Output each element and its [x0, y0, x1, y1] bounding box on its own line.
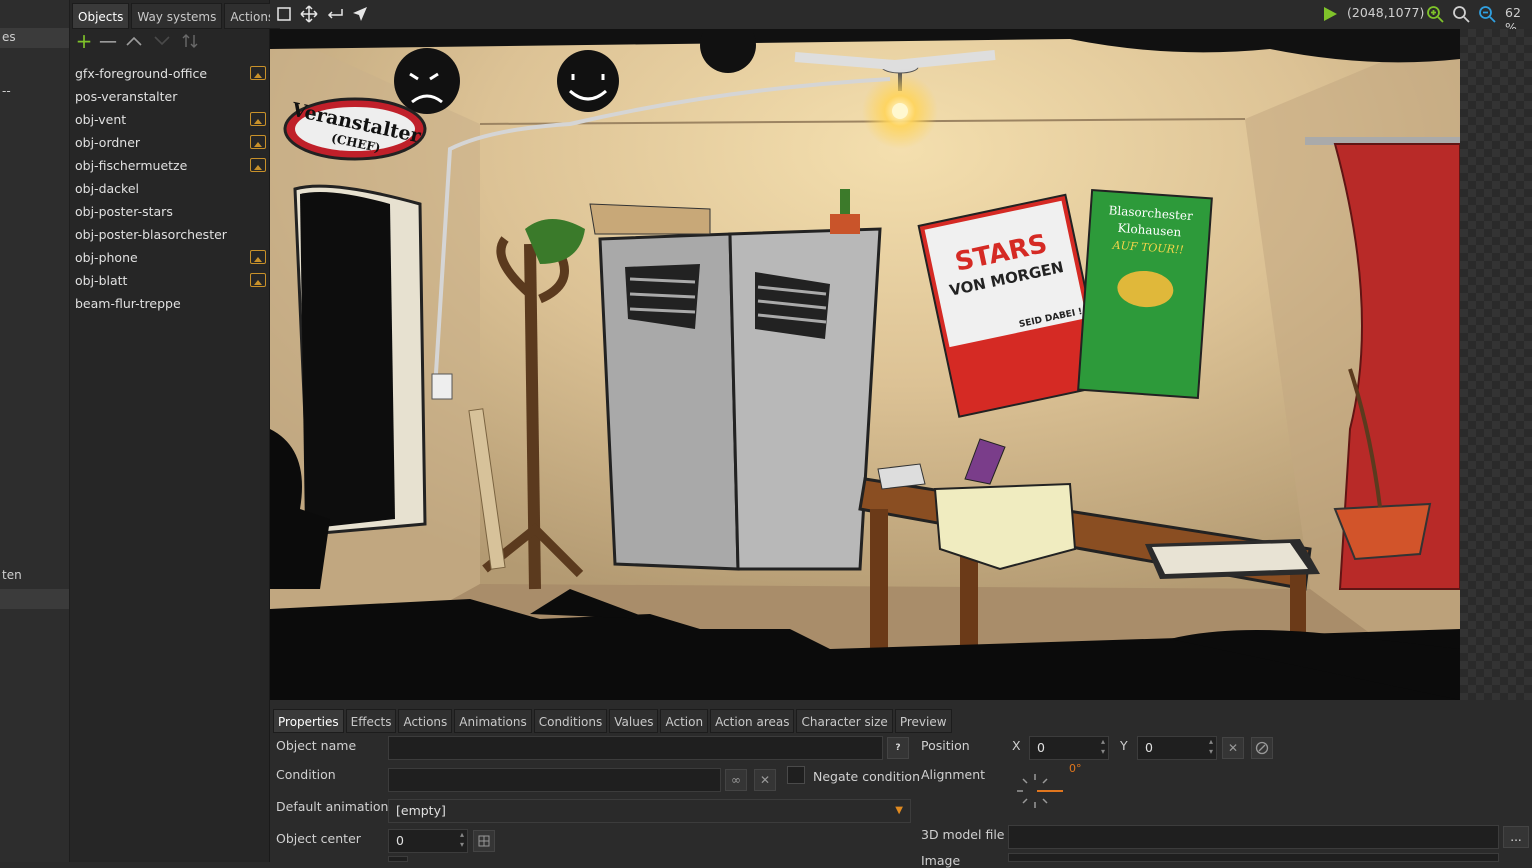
list-item-label: obj-blatt	[75, 273, 128, 288]
left-panel-item[interactable]: es	[2, 30, 16, 44]
chevron-down-icon: ▼	[895, 805, 903, 816]
list-item[interactable]: obj-ordner	[70, 131, 269, 154]
navigate-arrow-icon[interactable]	[350, 4, 370, 24]
tab-conditions[interactable]: Conditions	[533, 709, 608, 733]
next-field[interactable]	[388, 856, 408, 862]
left-panel-item[interactable]: ten	[2, 568, 22, 582]
tab-effects[interactable]: Effects	[345, 709, 397, 733]
return-icon[interactable]	[325, 4, 345, 24]
y-label: Y	[1120, 738, 1128, 753]
objects-panel-tabs: Objects Way systems Actions	[72, 3, 282, 29]
add-icon[interactable]: +	[74, 29, 94, 53]
image-icon	[250, 112, 266, 126]
list-item[interactable]: obj-dackel	[70, 177, 269, 200]
objects-list: gfx-foreground-office pos-veranstalter o…	[70, 62, 269, 315]
clear-icon[interactable]: ✕	[754, 769, 776, 791]
clear-position-icon[interactable]: ✕	[1222, 737, 1244, 759]
list-item-label: beam-flur-treppe	[75, 296, 181, 311]
help-icon[interactable]: ?	[887, 737, 909, 759]
select-rect-icon[interactable]	[274, 4, 294, 24]
tab-way-systems[interactable]: Way systems	[131, 3, 223, 29]
position-label: Position	[921, 738, 970, 753]
alignment-label: Alignment	[921, 767, 986, 782]
arrow-down-icon[interactable]	[152, 30, 172, 52]
image-label: Image	[921, 853, 961, 868]
left-panel: es -- ten	[0, 0, 70, 862]
list-item-label: obj-poster-stars	[75, 204, 173, 219]
browse-button[interactable]: ...	[1503, 826, 1529, 848]
list-item-label: pos-veranstalter	[75, 89, 178, 104]
object-name-input[interactable]	[388, 736, 883, 760]
list-item[interactable]: gfx-foreground-office	[70, 62, 269, 85]
model-file-label: 3D model file	[921, 827, 1005, 842]
pick-position-icon[interactable]	[1251, 737, 1273, 759]
list-item-label: obj-fischermuetze	[75, 158, 188, 173]
image-icon	[250, 273, 266, 287]
list-item[interactable]: obj-phone	[70, 246, 269, 269]
list-item[interactable]: obj-poster-stars	[70, 200, 269, 223]
list-item[interactable]: obj-vent	[70, 108, 269, 131]
model-file-input[interactable]	[1008, 825, 1499, 849]
list-item[interactable]: obj-blatt	[70, 269, 269, 292]
list-item-label: gfx-foreground-office	[75, 66, 208, 81]
list-item[interactable]: pos-veranstalter	[70, 85, 269, 108]
link-icon[interactable]: ∞	[725, 769, 747, 791]
position-y-input[interactable]: 0	[1137, 736, 1217, 760]
search-icon[interactable]	[1451, 4, 1471, 24]
position-x-input[interactable]: 0	[1029, 736, 1109, 760]
alignment-angle: 0°	[1069, 762, 1082, 775]
tab-actions[interactable]: Actions	[398, 709, 453, 733]
cursor-coordinates: (2048,1077)	[1347, 5, 1425, 20]
list-item-label: obj-poster-blasorchester	[75, 227, 227, 242]
x-label: X	[1012, 738, 1021, 753]
arrow-up-icon[interactable]	[124, 30, 144, 52]
tab-values[interactable]: Values	[609, 709, 659, 733]
list-item[interactable]: obj-poster-blasorchester	[70, 223, 269, 246]
image-icon	[250, 135, 266, 149]
objects-toolbar: + —	[72, 29, 267, 53]
default-animation-value: [empty]	[396, 803, 446, 818]
zoom-in-icon[interactable]	[1425, 4, 1445, 24]
tab-character-size[interactable]: Character size	[796, 709, 893, 733]
object-name-label: Object name	[276, 738, 357, 753]
list-item-label: obj-phone	[75, 250, 138, 265]
center-picker-icon[interactable]	[473, 830, 495, 852]
play-icon[interactable]	[1320, 4, 1340, 24]
object-center-input[interactable]: 0	[388, 829, 468, 853]
tab-action-areas[interactable]: Action areas	[710, 709, 795, 733]
editor-toolbar: (2048,1077) 62 %	[270, 0, 1532, 35]
image-icon	[250, 66, 266, 80]
tab-objects[interactable]: Objects	[72, 3, 130, 29]
list-item-label: obj-vent	[75, 112, 127, 127]
minus-icon[interactable]: —	[98, 30, 118, 52]
image-icon	[250, 250, 266, 264]
negate-condition-label: Negate condition	[813, 769, 920, 784]
default-animation-select[interactable]: [empty] ▼	[388, 799, 911, 823]
zoom-out-icon[interactable]	[1477, 4, 1497, 24]
properties-tabs: Properties Effects Actions Animations Co…	[273, 709, 954, 733]
list-item[interactable]: beam-flur-treppe	[70, 292, 269, 315]
object-center-label: Object center	[276, 831, 361, 846]
negate-condition-checkbox[interactable]	[787, 766, 805, 784]
condition-input[interactable]	[388, 768, 721, 792]
left-panel-item[interactable]: --	[2, 84, 11, 98]
list-item-label: obj-dackel	[75, 181, 139, 196]
tab-action[interactable]: Action	[660, 709, 709, 733]
list-item[interactable]: obj-fischermuetze	[70, 154, 269, 177]
list-item-label: obj-ordner	[75, 135, 141, 150]
image-icon	[250, 158, 266, 172]
canvas-transparency-area	[1460, 29, 1532, 700]
scene-image[interactable]: Veranstalter (CHEF) STARS VON MORGEN SEI…	[270, 29, 1460, 700]
tab-animations[interactable]: Animations	[454, 709, 532, 733]
tab-preview[interactable]: Preview	[894, 709, 952, 733]
left-panel-selected-row[interactable]	[0, 589, 69, 609]
default-animation-label: Default animation	[276, 799, 389, 814]
sort-icon[interactable]	[180, 30, 200, 52]
tab-properties[interactable]: Properties	[273, 709, 344, 733]
move-icon[interactable]	[299, 4, 319, 24]
condition-label: Condition	[276, 767, 336, 782]
alignment-dial[interactable]	[1015, 772, 1063, 812]
image-input[interactable]	[1008, 853, 1499, 862]
scene-canvas[interactable]: Veranstalter (CHEF) STARS VON MORGEN SEI…	[270, 29, 1532, 700]
